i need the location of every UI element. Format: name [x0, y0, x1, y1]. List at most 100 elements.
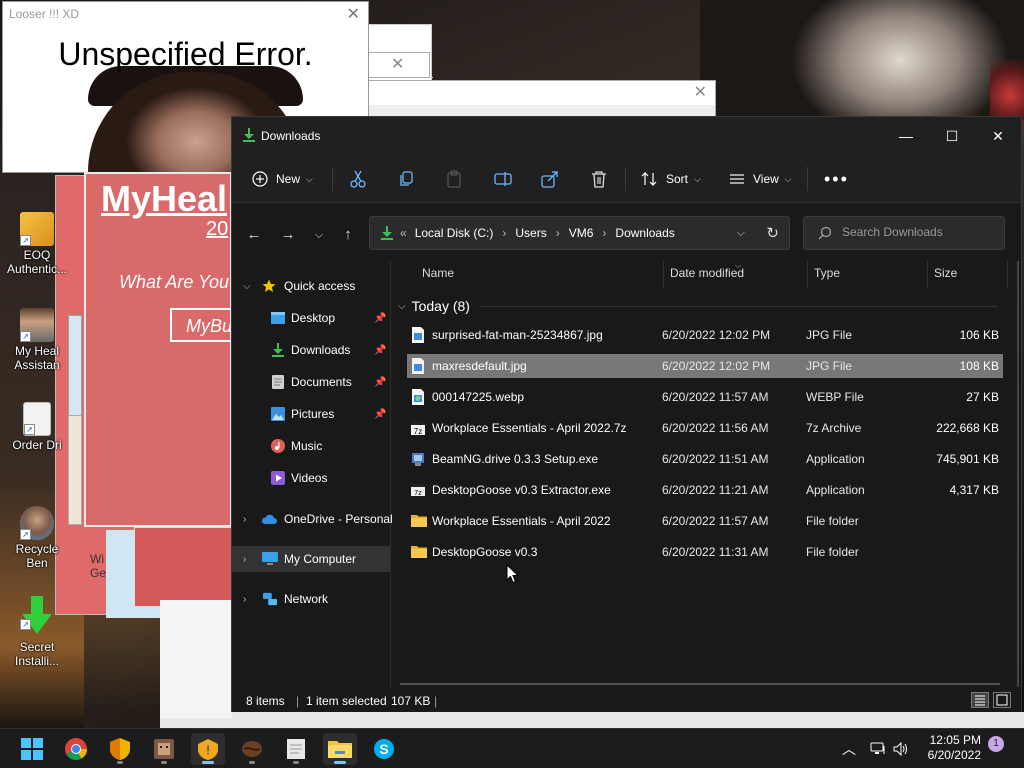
address-dropdown-icon[interactable]: ⌵	[737, 227, 745, 240]
column-header-name[interactable]: Name	[422, 261, 454, 289]
pin-icon[interactable]: 📌	[374, 345, 386, 356]
myhealth-window[interactable]: MyHeal 20 What Are You MyBu	[84, 172, 232, 527]
close-icon[interactable]: ✕	[391, 54, 404, 74]
clock[interactable]: 12:05 PM 6/20/2022	[913, 733, 981, 763]
taskbar-coffee-app[interactable]	[235, 733, 269, 765]
file-row[interactable]: BeamNG.drive 0.3.3 Setup.exe 6/20/2022 11…	[407, 447, 1003, 471]
network-tray-icon[interactable]	[870, 742, 886, 756]
taskbar-notepad-app[interactable]	[279, 733, 313, 765]
taskbar-file-explorer[interactable]	[323, 733, 357, 765]
running-indicator	[293, 761, 299, 764]
nav-my-computer[interactable]: › My Computer	[232, 546, 390, 572]
file-row[interactable]: DesktopGoose v0.3 6/20/2022 11:31 AM File …	[407, 540, 1003, 564]
breadcrumb-vm6[interactable]: VM6	[569, 226, 594, 240]
desktop-icon-order-drive[interactable]: ↗ Order Dri	[4, 402, 70, 452]
search-box[interactable]	[803, 216, 1005, 250]
pin-icon[interactable]: 📌	[374, 377, 386, 388]
forward-button[interactable]: →	[276, 223, 300, 247]
column-header-type[interactable]: Type	[814, 261, 840, 289]
nav-pictures[interactable]: Pictures 📌	[232, 401, 390, 427]
expand-chevron-icon[interactable]: ›	[243, 514, 246, 525]
desktop-icon-secret-installer[interactable]: ↗ Secret Installi...	[4, 596, 70, 668]
rename-icon	[494, 172, 512, 186]
nav-videos[interactable]: Videos	[232, 465, 390, 491]
popup-window-back-3[interactable]: ✕	[368, 80, 716, 121]
column-header-size[interactable]: Size	[934, 261, 957, 289]
file-row[interactable]: surprised-fat-man-25234867.jpg 6/20/2022 …	[407, 323, 1003, 347]
more-options-button[interactable]: •••	[824, 163, 849, 195]
breadcrumb-overflow-icon[interactable]: «	[400, 226, 407, 240]
column-separator[interactable]	[663, 261, 664, 289]
recent-locations-button[interactable]: ⌵	[307, 223, 331, 247]
nav-documents[interactable]: Documents 📌	[232, 369, 390, 395]
rename-button[interactable]	[494, 163, 512, 195]
share-button[interactable]	[541, 163, 559, 195]
myhealth-button[interactable]: MyBu	[170, 308, 230, 342]
search-input[interactable]	[842, 225, 997, 239]
details-view-button[interactable]	[971, 692, 989, 708]
taskbar-my-health-app[interactable]	[147, 733, 181, 765]
nav-quick-access[interactable]: ⌵ Quick access	[232, 273, 390, 299]
view-button[interactable]: View ⌵	[729, 163, 792, 195]
column-header-date[interactable]: Date modified	[670, 261, 744, 289]
nav-network[interactable]: › Network	[232, 586, 390, 612]
taskbar-shield-app[interactable]	[103, 733, 137, 765]
close-icon[interactable]: ✕	[694, 82, 707, 102]
cut-button[interactable]	[349, 163, 367, 195]
pin-icon[interactable]: 📌	[374, 409, 386, 420]
expand-chevron-icon[interactable]: ⌵	[243, 281, 251, 292]
file-row[interactable]: 7z DesktopGoose v0.3 Extractor.exe 6/20/20…	[407, 478, 1003, 502]
close-icon[interactable]: ✕	[347, 4, 360, 24]
delete-button[interactable]	[590, 163, 608, 195]
notepad-icon	[287, 739, 305, 759]
back-button[interactable]: ←	[242, 223, 266, 247]
minimize-button[interactable]: —	[883, 117, 929, 155]
column-separator[interactable]	[927, 261, 928, 289]
paste-button[interactable]	[445, 163, 463, 195]
breadcrumb-local-disk[interactable]: Local Disk (C:)	[415, 226, 494, 240]
new-button[interactable]: New ⌵	[252, 163, 313, 195]
breadcrumb-users[interactable]: Users	[515, 226, 546, 240]
file-row[interactable]: 7z Workplace Essentials - April 2022.7z 6/…	[407, 416, 1003, 440]
desktop-icon-recycle-ben[interactable]: ↗ Recycle Ben	[4, 506, 70, 570]
expand-chevron-icon[interactable]: ›	[243, 594, 246, 605]
notification-badge[interactable]: 1	[988, 736, 1004, 752]
title-bar[interactable]: Downloads — ☐ ✕	[232, 117, 1021, 155]
file-row[interactable]: maxresdefault.jpg 6/20/2022 12:02 PM JPG F…	[407, 354, 1003, 378]
image-file-icon	[412, 389, 424, 405]
horizontal-scrollbar[interactable]	[400, 683, 1000, 685]
popup-window-back-2[interactable]: ✕	[368, 52, 430, 78]
close-button[interactable]: ✕	[975, 117, 1021, 155]
taskbar-eoq-app[interactable]: !	[191, 733, 225, 765]
nav-music[interactable]: Music	[232, 433, 390, 459]
taskbar-skype[interactable]: S	[367, 733, 401, 765]
show-hidden-icons-button[interactable]: ︿	[842, 739, 856, 759]
file-size: 222,668 KB	[936, 421, 999, 435]
up-button[interactable]: ↑	[336, 223, 360, 247]
taskbar-chrome[interactable]	[59, 733, 93, 765]
vertical-scrollbar[interactable]	[1017, 261, 1019, 687]
volume-icon[interactable]	[893, 742, 909, 756]
copy-button[interactable]	[398, 163, 416, 195]
group-header-today[interactable]: ⌵ Today (8)	[398, 295, 998, 317]
column-separator[interactable]	[1007, 261, 1008, 289]
file-row[interactable]: 000147225.webp 6/20/2022 11:57 AM WEBP Fil…	[407, 385, 1003, 409]
expand-chevron-icon[interactable]: ›	[243, 554, 246, 565]
desktop-icon-eoq[interactable]: ↗ EOQ Authentic...	[4, 212, 70, 276]
nav-downloads[interactable]: Downloads 📌	[232, 337, 390, 363]
sort-button[interactable]: Sort ⌵	[641, 163, 701, 195]
pin-icon[interactable]: 📌	[374, 313, 386, 324]
maximize-button[interactable]: ☐	[929, 117, 975, 155]
refresh-icon[interactable]: ↻	[766, 224, 779, 242]
address-bar[interactable]: « Local Disk (C:) › Users › VM6 › Downlo…	[369, 216, 790, 250]
nav-onedrive[interactable]: › OneDrive - Personal	[232, 506, 393, 532]
nav-desktop[interactable]: Desktop 📌	[232, 305, 390, 331]
file-explorer-window[interactable]: Downloads — ☐ ✕ New ⌵ Sort ⌵ View ⌵ ••• …	[231, 116, 1022, 712]
large-icons-view-button[interactable]	[993, 692, 1011, 708]
column-separator[interactable]	[807, 261, 808, 289]
desktop-icon-my-health-assistant[interactable]: ↗ My Heal Assistan	[4, 308, 70, 372]
start-button[interactable]	[15, 733, 49, 765]
collapse-chevron-icon[interactable]: ⌵	[398, 301, 406, 312]
file-row[interactable]: Workplace Essentials - April 2022 6/20/20…	[407, 509, 1003, 533]
breadcrumb-downloads[interactable]: Downloads	[615, 226, 674, 240]
